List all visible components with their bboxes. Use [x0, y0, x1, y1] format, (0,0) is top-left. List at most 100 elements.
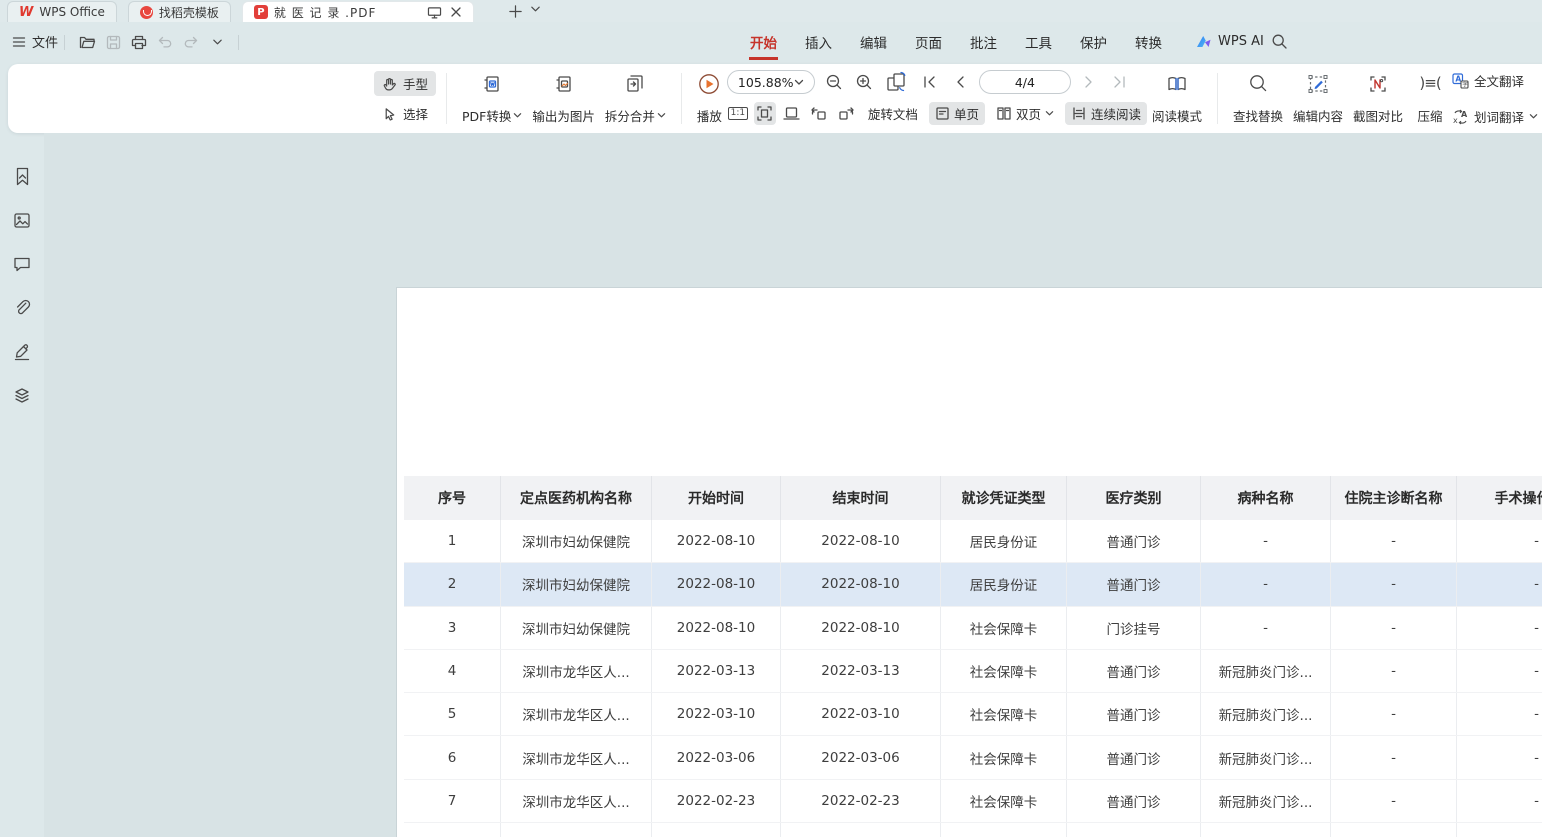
- monitor-icon[interactable]: [427, 6, 442, 19]
- toolbar-panel: 手型 选择 PDF转换 输出为图片: [8, 64, 1542, 133]
- compress-button[interactable]: )≡( 压缩: [1408, 70, 1452, 127]
- zoom-out-button[interactable]: [823, 71, 845, 93]
- document-viewport[interactable]: 序号定点医药机构名称开始时间结束时间就诊凭证类型医疗类别病种名称住院主诊断名称手…: [44, 133, 1542, 837]
- split-merge-button[interactable]: 拆分合并: [600, 70, 671, 127]
- actual-size-button[interactable]: 1:1: [727, 103, 749, 125]
- thumbnail-icon[interactable]: [9, 207, 35, 233]
- tab-protect[interactable]: 保护: [1066, 22, 1121, 61]
- window-tab-bar: W WPS Office 找稻壳模板 P 就 医 记 录 .PDF: [0, 0, 1542, 22]
- tab-edit[interactable]: 编辑: [846, 22, 901, 61]
- fit-width-button[interactable]: [781, 103, 803, 125]
- page-number-input[interactable]: 4/4: [979, 70, 1071, 94]
- tab-docer-templates[interactable]: 找稻壳模板: [128, 1, 231, 22]
- table-cell: 2022-08-10: [781, 563, 941, 605]
- fit-page-button[interactable]: [754, 102, 776, 125]
- table-header-cell: 就诊凭证类型: [941, 476, 1067, 520]
- svg-text:x: x: [1453, 116, 1458, 125]
- tab-comment[interactable]: 批注: [956, 22, 1011, 61]
- divider: [446, 73, 447, 124]
- play-button[interactable]: 播放: [692, 70, 727, 127]
- table-row: 7深圳市龙华区人...2022-02-232022-02-23社会保障卡普通门诊…: [404, 780, 1542, 823]
- last-page-button[interactable]: [1109, 71, 1131, 93]
- table-cell: 深圳市龙华区人...: [501, 780, 652, 822]
- comment-icon[interactable]: [9, 251, 35, 277]
- attachment-icon[interactable]: [9, 295, 35, 321]
- table-cell: 深圳市妇幼保健院: [501, 607, 652, 649]
- table-cell: -: [1457, 780, 1542, 822]
- wps-ai-button[interactable]: WPS AI: [1196, 22, 1264, 61]
- full-translate-button[interactable]: A 字 全文翻译: [1452, 71, 1538, 90]
- table-header-cell: 开始时间: [652, 476, 781, 520]
- read-mode-button[interactable]: 阅读模式: [1147, 70, 1207, 127]
- book-icon: [1165, 72, 1189, 96]
- table-row: 5深圳市龙华区人...2022-03-102022-03-10社会保障卡普通门诊…: [404, 693, 1542, 736]
- tab-label: 就 医 记 录 .PDF: [274, 4, 421, 21]
- rotate-left-button[interactable]: [808, 103, 830, 125]
- double-page-label: 双页: [1016, 104, 1041, 123]
- find-replace-button[interactable]: 查找替换: [1228, 70, 1288, 127]
- export-image-button[interactable]: 输出为图片: [527, 70, 600, 127]
- file-menu-button[interactable]: 文件: [12, 32, 58, 51]
- double-page-button[interactable]: 双页: [990, 102, 1060, 125]
- chevron-down-icon: [657, 112, 666, 119]
- tab-page[interactable]: 页面: [901, 22, 956, 61]
- screenshot-compare-button[interactable]: 截图对比: [1348, 70, 1408, 127]
- rotate-right-button[interactable]: [835, 103, 857, 125]
- continuous-read-button[interactable]: 连续阅读: [1065, 102, 1147, 125]
- word-translate-button[interactable]: x A 划词翻译: [1452, 107, 1538, 126]
- edit-content-button[interactable]: 编辑内容: [1288, 70, 1348, 127]
- first-page-button[interactable]: [919, 71, 941, 93]
- table-cell: 新冠肺炎门诊...: [1201, 736, 1331, 778]
- tab-list-chevron-icon[interactable]: [530, 5, 541, 13]
- table-cell: 3: [404, 607, 501, 649]
- bookmark-icon[interactable]: [9, 163, 35, 189]
- rotate-document-button[interactable]: 旋转文档: [862, 102, 924, 125]
- tab-document-pdf[interactable]: P 就 医 记 录 .PDF: [242, 1, 474, 22]
- zoom-in-button[interactable]: [853, 71, 875, 93]
- table-cell: 深圳市龙华区人...: [501, 736, 652, 778]
- table-cell: 2022-02-23: [781, 780, 941, 822]
- table-cell: 普通门诊: [1067, 563, 1201, 605]
- medical-records-table: 序号定点医药机构名称开始时间结束时间就诊凭证类型医疗类别病种名称住院主诊断名称手…: [404, 476, 1542, 837]
- table-cell: -: [1331, 780, 1457, 822]
- undo-button[interactable]: [156, 33, 174, 51]
- tab-wps-office[interactable]: W WPS Office: [7, 1, 117, 22]
- page-thumbnail-button[interactable]: [883, 71, 911, 93]
- tab-convert[interactable]: 转换: [1121, 22, 1176, 61]
- hand-tool-button[interactable]: 手型: [374, 71, 436, 96]
- rotate-document-label: 旋转文档: [868, 104, 918, 123]
- play-icon: [697, 72, 721, 96]
- tab-home[interactable]: 开始: [736, 22, 791, 61]
- play-label: 播放: [697, 106, 722, 125]
- new-tab-button[interactable]: [506, 2, 524, 20]
- zoom-level-select[interactable]: 105.88%: [727, 70, 815, 94]
- table-cell: 7: [404, 780, 501, 822]
- tab-tools[interactable]: 工具: [1011, 22, 1066, 61]
- select-tool-button[interactable]: 选择: [374, 101, 436, 126]
- save-button[interactable]: [104, 33, 122, 51]
- tab-insert[interactable]: 插入: [791, 22, 846, 61]
- signature-icon[interactable]: [9, 339, 35, 365]
- next-page-button[interactable]: [1079, 71, 1101, 93]
- wps-ai-label: WPS AI: [1218, 34, 1264, 49]
- close-tab-icon[interactable]: [450, 6, 462, 18]
- layers-icon[interactable]: [9, 383, 35, 409]
- table-cell: -: [1201, 520, 1331, 562]
- search-icon[interactable]: [1271, 33, 1288, 50]
- open-file-button[interactable]: [78, 33, 96, 51]
- print-button[interactable]: [130, 33, 148, 51]
- file-menu-label: 文件: [32, 32, 58, 51]
- table-cell: -: [1331, 693, 1457, 735]
- toolbar-empty-area: [8, 70, 374, 127]
- previous-page-button[interactable]: [949, 71, 971, 93]
- quick-tools-chevron-icon[interactable]: [208, 33, 226, 51]
- single-page-button[interactable]: 单页: [929, 102, 985, 125]
- redo-button[interactable]: [182, 33, 200, 51]
- pdf-convert-button[interactable]: PDF转换: [457, 70, 527, 127]
- table-row: 3深圳市妇幼保健院2022-08-102022-08-10社会保障卡门诊挂号--…: [404, 607, 1542, 650]
- table-cell: 2022-08-10: [781, 520, 941, 562]
- table-cell: 2022-03-10: [652, 693, 781, 735]
- table-cell: 社会保障卡: [941, 736, 1067, 778]
- table-cell: 4: [404, 650, 501, 692]
- hamburger-icon: [12, 36, 26, 48]
